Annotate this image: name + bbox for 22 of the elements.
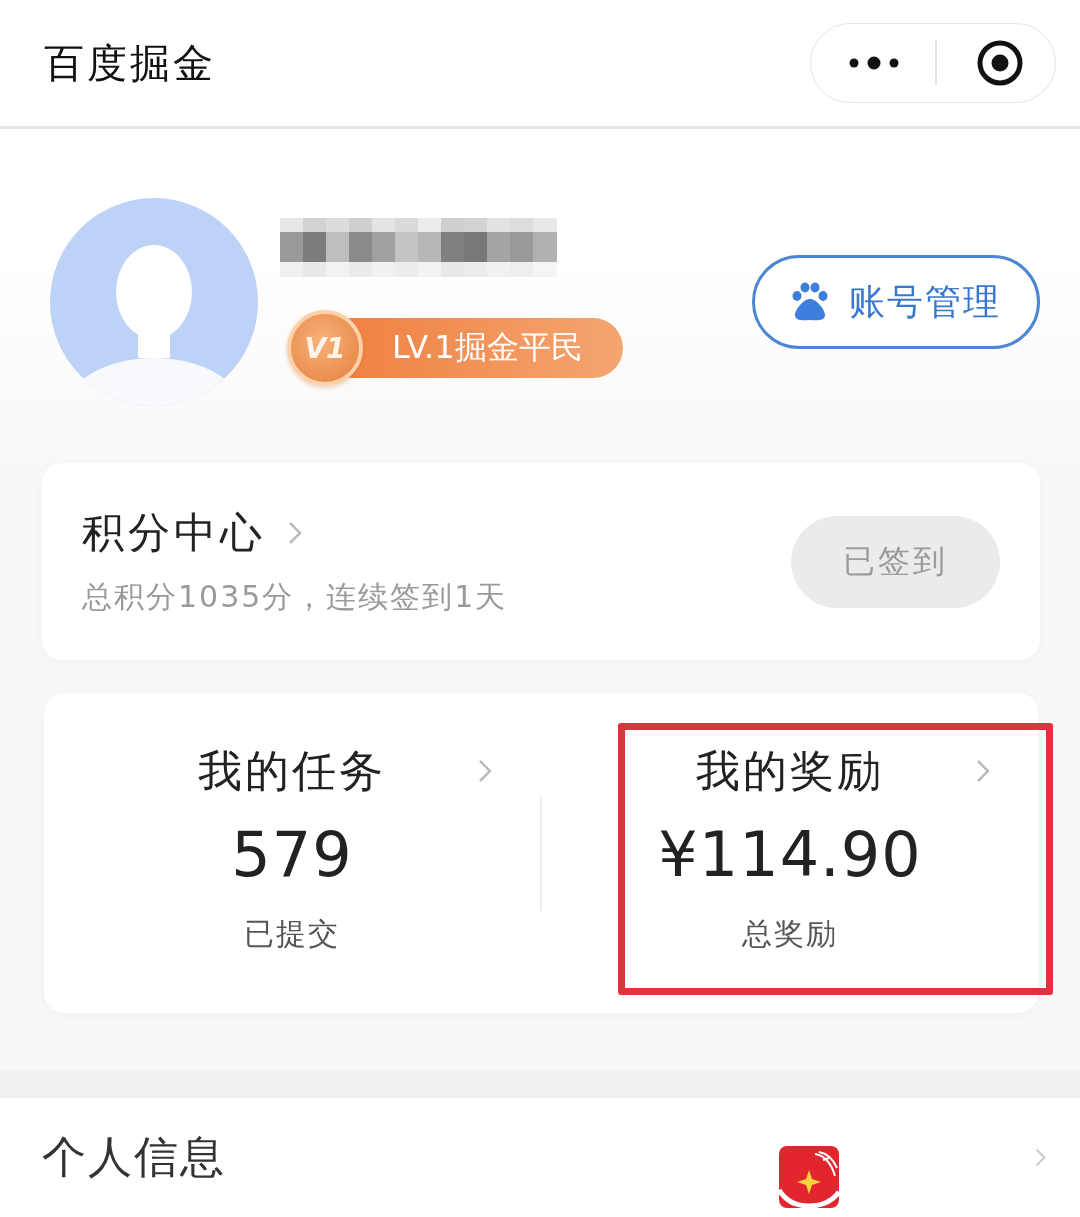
window-title: 百度掘金 — [44, 39, 216, 87]
level-medal: V1 — [287, 310, 363, 386]
account-button[interactable]: 账号管理 — [752, 255, 1040, 349]
menu-label: 个人信息 — [42, 1131, 227, 1184]
stat-value: 579 — [231, 824, 353, 886]
more-icon[interactable] — [849, 56, 899, 70]
stat-caption: 已提交 — [244, 916, 340, 952]
target-icon[interactable] — [976, 40, 1023, 86]
stat-title[interactable]: 我的任务 — [198, 743, 386, 798]
paw-icon — [791, 282, 829, 322]
chevron-icon — [976, 758, 990, 783]
stat-value: ¥114.90 — [658, 824, 922, 886]
chevron-icon — [478, 758, 492, 783]
chevron-icon — [1035, 1148, 1046, 1167]
stat-caption: 总奖励 — [742, 916, 838, 952]
chevron-icon — [288, 521, 302, 546]
points-summary: 总积分1035分，连续签到1天 — [82, 578, 508, 615]
star-logo-icon — [779, 1145, 839, 1208]
points-title[interactable]: 积分中心 — [82, 508, 266, 559]
avatar-icon — [50, 198, 258, 406]
menu-row[interactable]: 个人信息 — [0, 1098, 1080, 1217]
stat-title[interactable]: 我的奖励 — [696, 743, 884, 798]
